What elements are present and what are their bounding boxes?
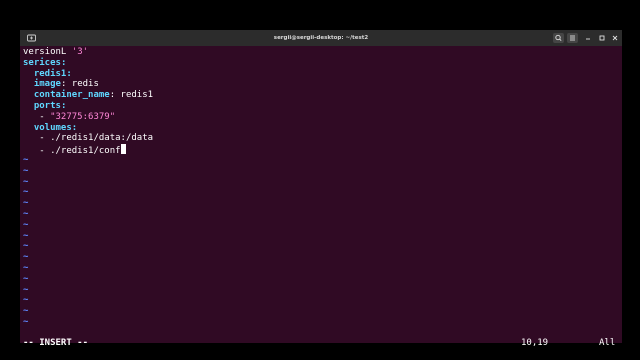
hamburger-menu-icon (570, 35, 575, 41)
window-title: sergii@sergii-desktop: ~/test2 (273, 35, 369, 41)
yaml-string: "32775:6379" (50, 111, 116, 122)
empty-line-tilde: ~ (23, 263, 29, 273)
editor-line: volumes: (23, 123, 77, 134)
maximize-icon (599, 35, 605, 41)
empty-line-tilde: ~ (23, 187, 29, 198)
editor-line: ports: (23, 101, 67, 112)
empty-line-tilde: ~ (23, 252, 29, 263)
scroll-indicator: All (599, 338, 616, 348)
title-bar[interactable]: sergii@sergii-desktop: ~/test2 (20, 30, 622, 46)
editor-line: - ./redis1/conf (23, 144, 126, 157)
empty-line-tilde: ~ (23, 273, 29, 284)
editor-line: image: redis (23, 79, 99, 90)
vim-editor[interactable]: -- INSERT -- 10,19 All versionL '3' seric… (23, 47, 619, 348)
yaml-text: : redis (60, 79, 99, 90)
empty-line-tilde: ~ (23, 176, 29, 187)
yaml-key: : (66, 68, 72, 79)
search-icon (555, 34, 562, 42)
editor-line: versionL '3' (23, 47, 88, 58)
empty-line-tilde: ~ (23, 306, 29, 317)
yaml-text: versionL (23, 47, 72, 57)
yaml-text: - (23, 111, 51, 122)
yaml-key: ports (23, 101, 61, 111)
editor-line: - ./redis1/data:/data (23, 133, 153, 144)
yaml-key: serices (23, 57, 61, 68)
cursor-position: 10,19 (521, 338, 549, 348)
yaml-text: : redis1 (109, 90, 154, 101)
yaml-text: - ./redis1/data:/data (23, 133, 154, 144)
yaml-key: : (71, 122, 78, 133)
editor-line: serices: (23, 58, 66, 69)
text-cursor (120, 144, 126, 155)
close-button[interactable] (610, 33, 620, 43)
empty-line-tilde: ~ (23, 219, 29, 230)
yaml-key: container_name (23, 90, 110, 101)
maximize-button[interactable] (597, 33, 607, 43)
editor-line: - "32775:6379" (23, 112, 115, 123)
yaml-text: - ./redis1/conf (23, 146, 121, 157)
minimize-button[interactable] (583, 33, 593, 43)
insert-mode-indicator: -- INSERT -- (23, 338, 89, 348)
empty-line-tilde: ~ (23, 230, 29, 241)
close-icon (612, 35, 618, 41)
yaml-key: : (60, 101, 67, 111)
empty-line-tilde: ~ (23, 317, 29, 327)
empty-line-tilde: ~ (23, 241, 29, 252)
empty-line-tilde: ~ (23, 155, 29, 165)
empty-line-tilde: ~ (23, 284, 29, 295)
editor-line: container_name: redis1 (23, 90, 153, 101)
yaml-key: : (60, 57, 67, 68)
editor-line: redis1: (23, 69, 72, 80)
yaml-key: redis1 (23, 68, 67, 79)
menu-button[interactable] (567, 33, 578, 43)
vim-status-line: -- INSERT -- 10,19 All (23, 338, 619, 349)
empty-line-tilde: ~ (23, 295, 29, 306)
empty-line-tilde: ~ (23, 209, 29, 219)
empty-line-tilde: ~ (23, 165, 29, 176)
minimize-icon (586, 38, 590, 40)
empty-line-tilde: ~ (23, 198, 29, 209)
yaml-key: image (23, 79, 61, 90)
search-button[interactable] (553, 33, 564, 43)
yaml-string: '3' (71, 47, 89, 57)
terminal-window: sergii@sergii-desktop: ~/test2 -- INSERT… (20, 30, 622, 348)
yaml-key: volumes (23, 122, 72, 133)
